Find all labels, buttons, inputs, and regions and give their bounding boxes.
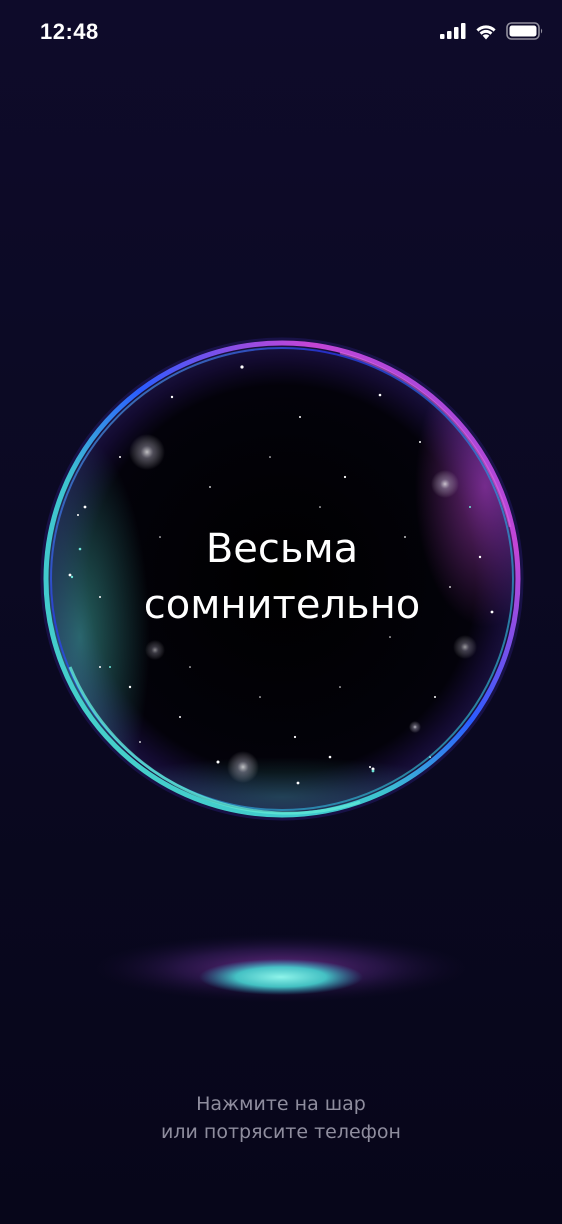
battery-icon <box>506 22 544 40</box>
status-bar: 12:48 <box>0 0 562 66</box>
status-icons <box>440 22 544 40</box>
magic-ball-graphic <box>40 337 524 821</box>
magic-ball[interactable]: Весьма сомнительно <box>40 337 524 821</box>
hint-line-1: Нажмите на шар <box>196 1093 366 1115</box>
hint-line-2: или потрясите телефон <box>161 1121 401 1143</box>
status-time: 12:48 <box>40 19 99 44</box>
hint-text: Нажмите на шар или потрясите телефон <box>0 1090 562 1146</box>
signal-icon <box>440 23 466 39</box>
ball-platform-glow <box>96 934 466 1002</box>
wifi-icon <box>474 23 498 40</box>
